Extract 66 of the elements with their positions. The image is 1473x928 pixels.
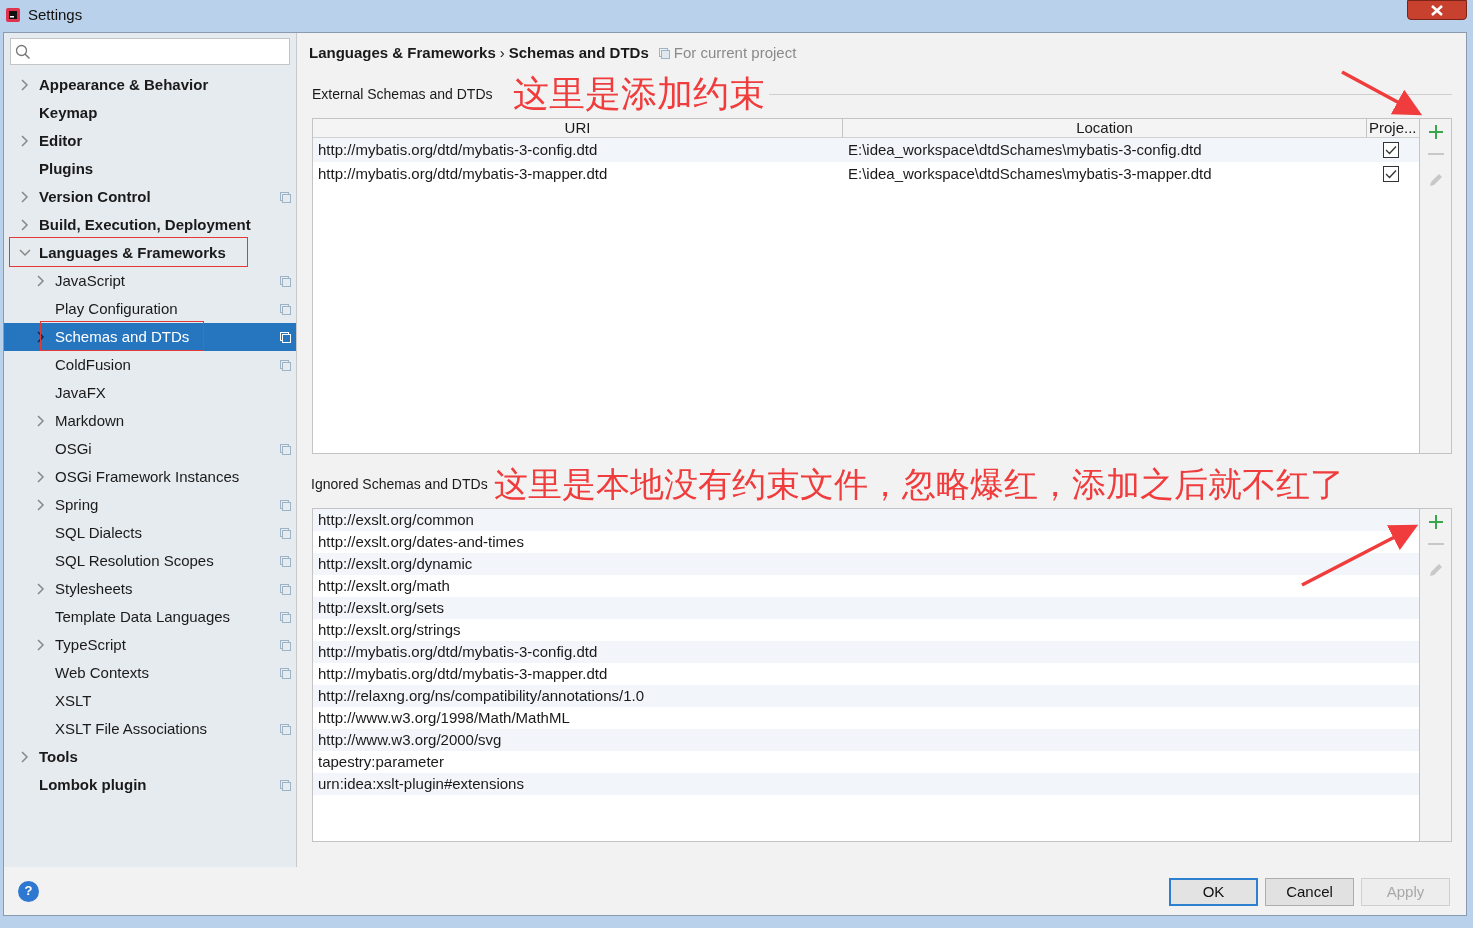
list-row[interactable]: http://exslt.org/dynamic xyxy=(313,553,1419,575)
section-label: Ignored Schemas and DTDs xyxy=(311,474,488,494)
checkbox[interactable] xyxy=(1383,166,1399,182)
tree-item[interactable]: Editor xyxy=(4,127,296,155)
tree-item[interactable]: Schemas and DTDs xyxy=(4,323,296,351)
remove-icon[interactable] xyxy=(1427,152,1444,156)
tree-item[interactable]: Keymap xyxy=(4,99,296,127)
search-icon xyxy=(15,43,31,60)
tree-item[interactable]: Markdown xyxy=(4,407,296,435)
add-icon[interactable] xyxy=(1427,124,1444,140)
table-cell-text: http://mybatis.org/dtd/mybatis-3-mapper.dtd xyxy=(317,163,609,184)
app-icon xyxy=(6,8,20,22)
list-row[interactable]: urn:idea:xslt-plugin#extensions xyxy=(313,773,1419,795)
tree-item[interactable]: Lombok plugin xyxy=(4,771,296,799)
list-row[interactable]: http://exslt.org/common xyxy=(313,509,1419,531)
tree-item[interactable]: Play Configuration xyxy=(4,295,296,323)
tree-item[interactable]: Appearance & Behavior xyxy=(4,71,296,99)
list-row[interactable]: http://www.w3.org/2000/svg xyxy=(313,729,1419,751)
tree-item[interactable]: Version Control xyxy=(4,183,296,211)
tree-item[interactable]: Tools xyxy=(4,743,296,771)
breadcrumb-separator: › xyxy=(499,42,505,63)
column-header[interactable]: Proje... xyxy=(1367,119,1419,137)
table-cell-text: E:\idea_workspace\dtdSchames\mybatis-3-mapper.dtd xyxy=(847,163,1213,184)
edit-icon[interactable] xyxy=(1428,563,1443,577)
list-row[interactable]: http://exslt.org/sets xyxy=(313,597,1419,619)
annotation-text: 这里是本地没有约束文件，忽略爆红，添加之后就不红了 xyxy=(493,467,1344,501)
tree-item[interactable]: SQL Resolution Scopes xyxy=(4,547,296,575)
breadcrumb-current: Schemas and DTDs xyxy=(508,42,649,63)
tree-item[interactable]: XSLT File Associations xyxy=(4,715,296,743)
tree-item[interactable]: Template Data Languages xyxy=(4,603,296,631)
checkbox[interactable] xyxy=(1383,142,1399,158)
tree-item[interactable]: Stylesheets xyxy=(4,575,296,603)
list-row[interactable]: http://relaxng.org/ns/compatibility/annotations/1.0 xyxy=(313,685,1419,707)
project-icon xyxy=(658,47,670,59)
tree-item[interactable]: JavaScript xyxy=(4,267,296,295)
column-header[interactable]: URI xyxy=(313,119,843,137)
dialog-button[interactable]: Cancel xyxy=(1265,878,1354,906)
tree-item[interactable]: Languages & Frameworks xyxy=(4,239,296,267)
remove-icon[interactable] xyxy=(1427,542,1444,546)
column-header[interactable]: Location xyxy=(843,119,1367,137)
breadcrumb-parent[interactable]: Languages & Frameworks xyxy=(309,41,496,65)
tree-item[interactable]: ColdFusion xyxy=(4,351,296,379)
ok-button[interactable]: OK xyxy=(1169,878,1258,906)
tree-item[interactable]: JavaFX xyxy=(4,379,296,407)
table-cell-text: E:\idea_workspace\dtdSchames\mybatis-3-config.dtd xyxy=(847,139,1203,160)
table-cell-text: http://mybatis.org/dtd/mybatis-3-config.dtd xyxy=(317,139,599,160)
tree-item[interactable]: Build, Execution, Deployment xyxy=(4,211,296,239)
tree-item[interactable]: TypeScript xyxy=(4,631,296,659)
section-label: External Schemas and DTDs xyxy=(312,84,493,104)
tree-item[interactable]: OSGi Framework Instances xyxy=(4,463,296,491)
search-field[interactable] xyxy=(10,38,290,65)
help-button[interactable]: ? xyxy=(18,880,39,902)
tree-item[interactable]: SQL Dialects xyxy=(4,519,296,547)
list-row[interactable]: http://mybatis.org/dtd/mybatis-3-config.dtd xyxy=(313,641,1419,663)
tree-item[interactable]: XSLT xyxy=(4,687,296,715)
add-icon[interactable] xyxy=(1427,514,1444,530)
tree-item[interactable]: Plugins xyxy=(4,155,296,183)
scope-label: For current project xyxy=(673,42,797,63)
tree-item[interactable]: OSGi xyxy=(4,435,296,463)
close-button[interactable] xyxy=(1407,0,1467,20)
annotation-text: 这里是添加约束 xyxy=(512,76,765,112)
tree-item[interactable]: Web Contexts xyxy=(4,659,296,687)
window-title: Settings xyxy=(28,4,83,25)
edit-icon[interactable] xyxy=(1428,173,1443,187)
close-icon xyxy=(1430,4,1444,16)
tree-item[interactable]: Spring xyxy=(4,491,296,519)
